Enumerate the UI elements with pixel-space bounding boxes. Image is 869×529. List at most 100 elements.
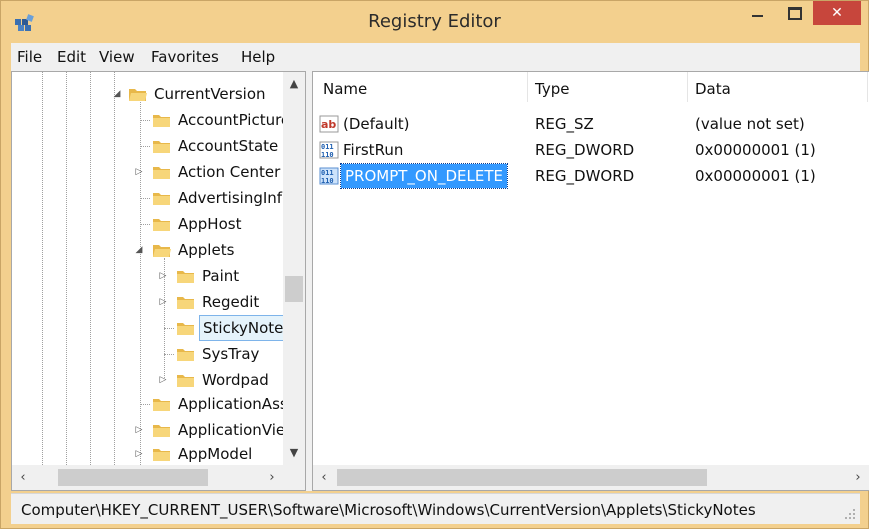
- expand-arrow-icon[interactable]: ▷: [134, 160, 144, 184]
- tree-node-label: AccountState: [178, 137, 279, 155]
- scroll-down-arrow-icon[interactable]: ▼: [283, 441, 305, 465]
- dword-value-icon: 011 110: [319, 141, 339, 159]
- tree-horizontal-scroll-thumb[interactable]: [58, 469, 208, 486]
- collapse-arrow-icon[interactable]: ◢: [112, 82, 122, 106]
- scroll-left-arrow-icon[interactable]: ‹: [313, 465, 335, 490]
- collapse-arrow-icon[interactable]: ◢: [134, 238, 144, 262]
- window-title: Registry Editor: [368, 11, 501, 32]
- svg-text:011: 011: [321, 143, 334, 151]
- folder-icon: [153, 193, 170, 205]
- column-divider[interactable]: [527, 72, 528, 102]
- tree-node-label: Wordpad: [202, 371, 269, 389]
- folder-icon: [177, 271, 194, 283]
- tree-guide-line: [140, 92, 141, 465]
- folder-open-icon: [153, 245, 171, 257]
- column-header-name[interactable]: Name: [323, 80, 367, 102]
- tree-node-label: Applets: [178, 241, 235, 259]
- folder-icon: [177, 375, 194, 387]
- menu-favorites[interactable]: Favorites: [151, 48, 219, 66]
- title-bar[interactable]: Registry Editor ✕: [1, 1, 868, 43]
- list-horizontal-scroll-thumb[interactable]: [337, 469, 707, 486]
- column-header-data[interactable]: Data: [695, 80, 731, 102]
- tree-branch-line: [140, 146, 150, 147]
- folder-icon: [153, 141, 170, 153]
- expand-arrow-icon[interactable]: ▷: [134, 418, 144, 442]
- tree-guide-line: [114, 72, 115, 465]
- tree-guide-line: [66, 72, 67, 465]
- expand-arrow-icon[interactable]: ▷: [158, 290, 168, 314]
- close-icon: ✕: [831, 5, 843, 21]
- value-data: 0x00000001 (1): [695, 167, 816, 185]
- scroll-right-arrow-icon[interactable]: ›: [261, 465, 283, 490]
- expand-arrow-icon[interactable]: ▷: [158, 264, 168, 288]
- svg-text:011: 011: [321, 169, 334, 177]
- tree-branch-line: [164, 354, 174, 355]
- svg-text:ab: ab: [321, 118, 336, 131]
- maximize-button[interactable]: [777, 1, 811, 27]
- value-name: FirstRun: [343, 141, 404, 159]
- tree-vertical-scrollbar[interactable]: ▲ ▼: [283, 72, 305, 465]
- status-key-path: Computer\HKEY_CURRENT_USER\Software\Micr…: [21, 501, 756, 519]
- tree-node-label: Paint: [202, 267, 240, 285]
- close-button[interactable]: ✕: [813, 1, 861, 25]
- folder-open-icon: [129, 89, 147, 101]
- tree-guide-line: [90, 72, 91, 465]
- tree-node-label: ApplicationViev: [178, 421, 295, 439]
- tree-node-label: AppHost: [178, 215, 242, 233]
- string-value-icon: ab: [319, 115, 339, 133]
- column-divider[interactable]: [867, 72, 868, 102]
- tree-node-label: ApplicationAss: [178, 395, 288, 413]
- tree-node-label: Action Center: [178, 163, 281, 181]
- tree-node-label: CurrentVersion: [154, 85, 266, 103]
- scroll-up-arrow-icon[interactable]: ▲: [283, 72, 305, 96]
- folder-icon: [153, 219, 170, 231]
- status-bar: Computer\HKEY_CURRENT_USER\Software\Micr…: [11, 493, 860, 524]
- scrollbar-corner: [283, 465, 305, 490]
- tree-guide-line: [42, 72, 43, 465]
- folder-icon: [153, 425, 170, 437]
- scroll-left-arrow-icon[interactable]: ‹: [12, 465, 34, 490]
- value-name-rename-field[interactable]: PROMPT_ON_DELETE: [340, 163, 508, 189]
- folder-icon: [153, 399, 170, 411]
- registry-editor-window: Registry Editor ✕ File Edit View Favorit…: [0, 0, 869, 529]
- menu-file[interactable]: File: [17, 48, 42, 66]
- tree-branch-line: [140, 120, 150, 121]
- svg-text:110: 110: [321, 151, 334, 159]
- key-tree-pane: ◢ CurrentVersion AccountPicture AccountS…: [11, 71, 306, 491]
- value-data: (value not set): [695, 115, 805, 133]
- tree-node-label: StickyNotes: [198, 315, 296, 341]
- dword-value-icon: 011 110: [319, 167, 339, 185]
- folder-icon: [153, 449, 170, 461]
- folder-icon: [153, 167, 170, 179]
- tree-node-label: Regedit: [202, 293, 260, 311]
- svg-text:110: 110: [321, 177, 334, 185]
- tree-horizontal-scrollbar[interactable]: ‹ ›: [12, 465, 283, 490]
- value-type: REG_DWORD: [535, 141, 635, 159]
- expand-arrow-icon[interactable]: ▷: [134, 442, 144, 466]
- value-type: REG_DWORD: [535, 167, 635, 185]
- menu-view[interactable]: View: [99, 48, 135, 66]
- value-type: REG_SZ: [535, 115, 594, 133]
- scroll-right-arrow-icon[interactable]: ›: [847, 465, 869, 490]
- minimize-button[interactable]: [741, 1, 775, 27]
- tree-node-label: SysTray: [202, 345, 260, 363]
- folder-icon: [177, 297, 194, 309]
- resize-grip-icon[interactable]: [844, 508, 856, 520]
- tree-branch-line: [140, 404, 150, 405]
- tree-branch-line: [140, 198, 150, 199]
- tree-branch-line: [140, 224, 150, 225]
- tree-branch-line: [164, 328, 174, 329]
- value-list-pane: Name Type Data ab (Default) REG_SZ (valu…: [312, 71, 869, 491]
- menu-help[interactable]: Help: [241, 48, 275, 66]
- tree-node-label: AppModel: [178, 445, 253, 463]
- expand-arrow-icon[interactable]: ▷: [158, 368, 168, 392]
- folder-icon: [153, 115, 170, 127]
- list-horizontal-scrollbar[interactable]: ‹ ›: [313, 465, 869, 490]
- column-divider[interactable]: [687, 72, 688, 102]
- tree-vertical-scroll-thumb[interactable]: [285, 276, 303, 302]
- menu-edit[interactable]: Edit: [57, 48, 86, 66]
- value-data: 0x00000001 (1): [695, 141, 816, 159]
- folder-icon: [177, 349, 194, 361]
- tree-node-label: AdvertisingInfo: [178, 189, 292, 207]
- column-header-type[interactable]: Type: [535, 80, 569, 102]
